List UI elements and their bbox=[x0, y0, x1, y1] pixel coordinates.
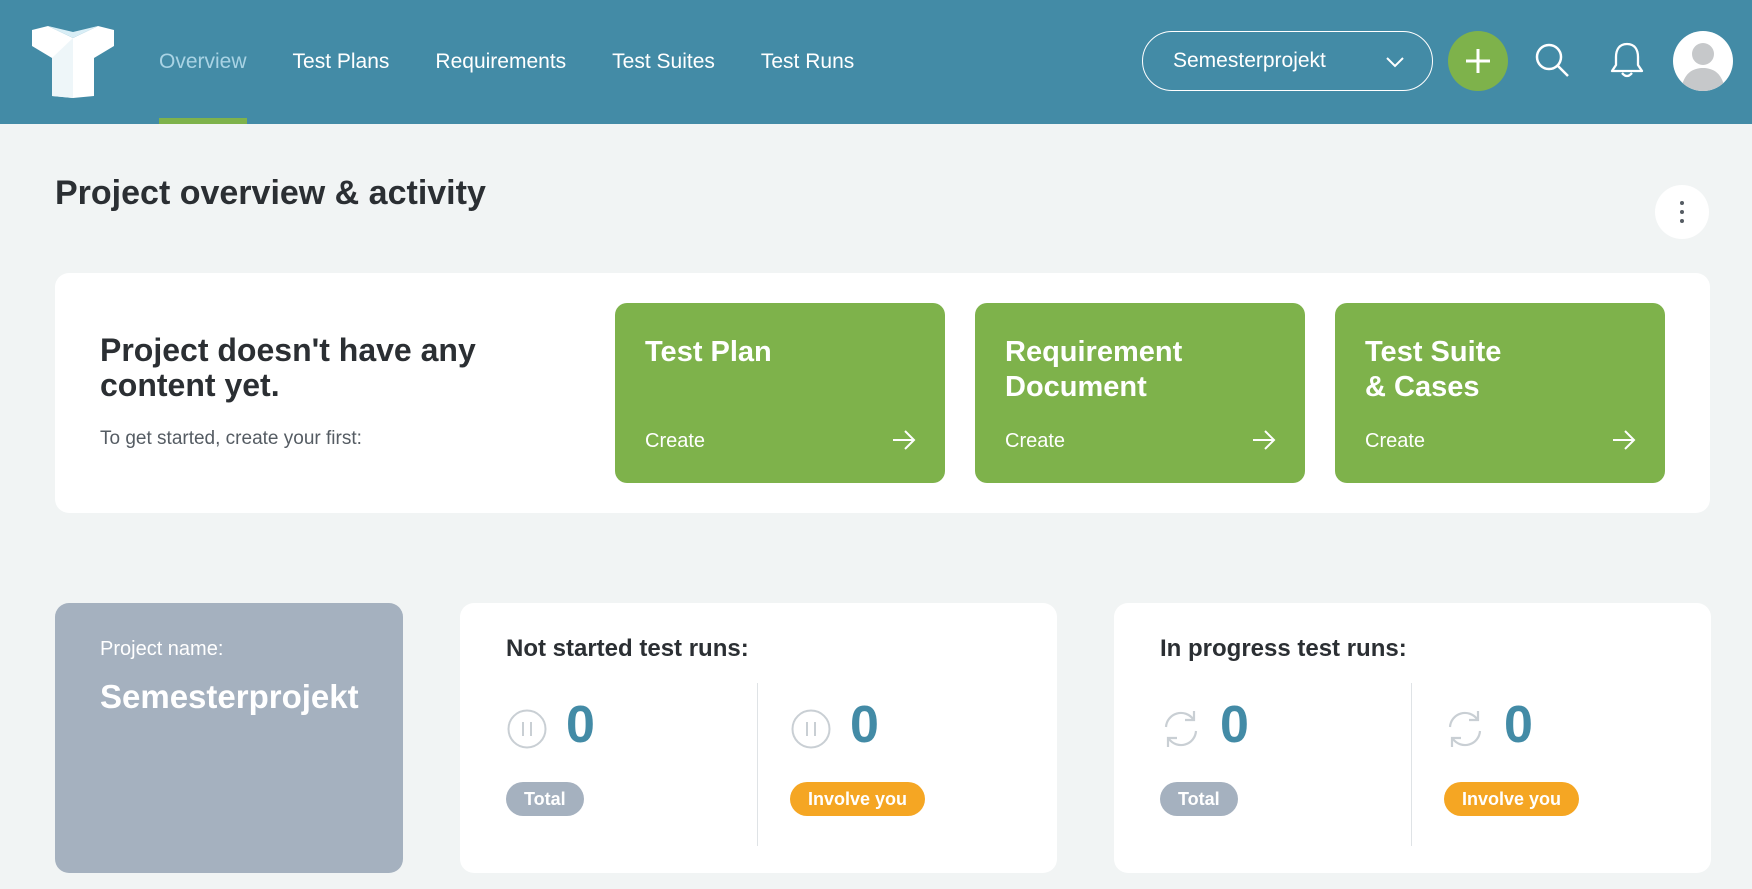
kebab-dot bbox=[1680, 219, 1684, 223]
stat-involve-you: 0 Involve you bbox=[790, 693, 1040, 843]
plus-icon bbox=[1466, 49, 1490, 73]
empty-state-title: Project doesn't have any content yet. bbox=[100, 332, 476, 403]
not-started-test-runs-card: Not started test runs: 0 Total 0 Involve… bbox=[460, 603, 1057, 873]
page-title: Project overview & activity bbox=[55, 174, 486, 212]
card-title: Not started test runs: bbox=[506, 635, 749, 662]
more-options-button[interactable] bbox=[1655, 185, 1709, 239]
project-selector-label: Semesterprojekt bbox=[1173, 49, 1326, 72]
empty-state-card: Project doesn't have any content yet. To… bbox=[55, 273, 1710, 513]
user-avatar[interactable] bbox=[1673, 31, 1733, 91]
create-test-suite-card[interactable]: Test Suite & Cases Create bbox=[1335, 303, 1665, 483]
main-nav: Overview Test Plans Requirements Test Su… bbox=[136, 0, 877, 124]
project-name-label: Project name: bbox=[100, 638, 224, 660]
nav-test-plans[interactable]: Test Plans bbox=[270, 0, 413, 124]
total-badge: Total bbox=[1160, 782, 1238, 816]
add-button[interactable] bbox=[1448, 31, 1508, 91]
project-name-card: Project name: Semesterprojekt bbox=[55, 603, 403, 873]
pause-icon bbox=[791, 709, 831, 749]
refresh-icon bbox=[1448, 711, 1482, 747]
stat-total: 0 Total bbox=[506, 693, 756, 843]
kebab-dot bbox=[1680, 210, 1684, 214]
user-icon bbox=[1681, 43, 1725, 91]
total-badge: Total bbox=[506, 782, 584, 816]
create-test-plan-card[interactable]: Test Plan Create bbox=[615, 303, 945, 483]
in-progress-test-runs-card: In progress test runs: 0 Total 0 Involve… bbox=[1114, 603, 1711, 873]
stat-involve-you: 0 Involve you bbox=[1444, 693, 1694, 843]
create-requirement-document-card[interactable]: Requirement Document Create bbox=[975, 303, 1305, 483]
create-card-title: Test Suite & Cases bbox=[1365, 336, 1502, 403]
nav-requirements[interactable]: Requirements bbox=[412, 0, 589, 124]
bell-icon[interactable] bbox=[1607, 40, 1647, 80]
stat-number: 0 bbox=[1504, 696, 1533, 754]
stat-number: 0 bbox=[1220, 696, 1249, 754]
arrow-right-icon bbox=[893, 430, 916, 450]
search-icon[interactable] bbox=[1532, 40, 1572, 80]
project-name-value: Semesterprojekt bbox=[100, 678, 359, 715]
create-card-title: Requirement Document bbox=[1005, 336, 1183, 403]
nav-test-suites[interactable]: Test Suites bbox=[589, 0, 738, 124]
stat-number: 0 bbox=[850, 696, 879, 754]
app-logo-icon[interactable] bbox=[32, 26, 114, 98]
create-card-action: Create bbox=[1365, 430, 1426, 452]
top-navbar: Overview Test Plans Requirements Test Su… bbox=[0, 0, 1752, 124]
divider bbox=[1411, 683, 1412, 846]
divider bbox=[757, 683, 758, 846]
nav-overview[interactable]: Overview bbox=[136, 0, 270, 124]
pause-icon bbox=[507, 709, 547, 749]
create-card-action: Create bbox=[645, 430, 706, 452]
create-card-action: Create bbox=[1005, 430, 1066, 452]
stat-number: 0 bbox=[566, 696, 595, 754]
involve-you-badge: Involve you bbox=[1444, 782, 1580, 816]
arrow-right-icon bbox=[1253, 430, 1276, 450]
project-selector[interactable]: Semesterprojekt bbox=[1142, 31, 1433, 91]
chevron-down-icon bbox=[1386, 57, 1404, 68]
card-title: In progress test runs: bbox=[1160, 635, 1407, 662]
involve-you-badge: Involve you bbox=[790, 782, 926, 816]
refresh-icon bbox=[1164, 711, 1198, 747]
create-card-title: Test Plan bbox=[645, 336, 772, 368]
empty-state-subtitle: To get started, create your first: bbox=[100, 428, 362, 449]
kebab-dot bbox=[1680, 201, 1684, 205]
arrow-right-icon bbox=[1613, 430, 1636, 450]
stat-total: 0 Total bbox=[1160, 693, 1410, 843]
nav-test-runs[interactable]: Test Runs bbox=[738, 0, 877, 124]
